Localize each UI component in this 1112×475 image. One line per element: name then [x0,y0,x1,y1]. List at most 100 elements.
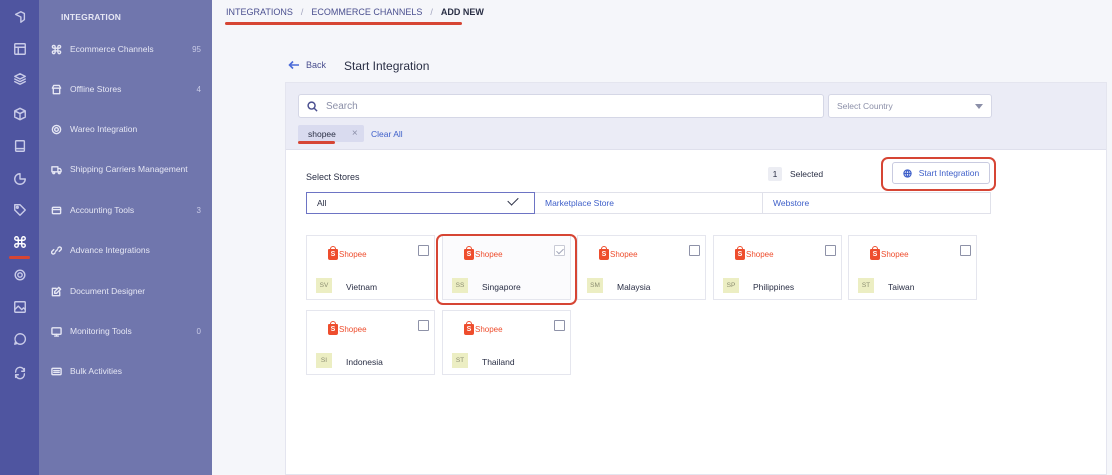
breadcrumb: INTEGRATIONS / ECOMMERCE CHANNELS / ADD … [226,7,484,17]
store-abbr-badge: SP [723,278,739,293]
country-select-placeholder: Select Country [837,101,893,111]
filter-bar: Select Country shopee × Clear All [286,83,1106,150]
submenu-item-count: 0 [196,326,201,336]
store-brand: Shopee [610,250,638,259]
edit-icon [51,286,62,296]
submenu-item-count: 4 [196,84,201,94]
store-checkbox[interactable] [689,245,700,256]
integration-panel: Select Country shopee × Clear All Select… [285,82,1107,475]
breadcrumb-ecommerce-channels[interactable]: ECOMMERCE CHANNELS [311,7,422,17]
store-brand: Shopee [746,250,774,259]
store-checkbox[interactable] [418,245,429,256]
store-card-thailand[interactable]: S Shopee ST Thailand [442,310,571,375]
store-card-indonesia[interactable]: S Shopee SI Indonesia [306,310,435,375]
search-box[interactable] [298,94,824,118]
back-button[interactable]: Back [288,60,326,70]
submenu-item-monitoring-tools[interactable]: Monitoring Tools 0 [51,323,201,339]
store-checkbox[interactable] [825,245,836,256]
shopping-bag-icon: S [870,246,880,260]
shopping-bag-icon: S [735,246,745,260]
store-checkbox[interactable] [960,245,971,256]
truck-icon [51,165,62,174]
wallet-icon [51,206,62,214]
start-integration-button[interactable]: Start Integration [892,162,990,184]
breadcrumb-integrations[interactable]: INTEGRATIONS [226,7,293,17]
book-icon[interactable] [0,135,39,157]
shopee-logo: S Shopee [464,321,503,335]
submenu-item-label: Offline Stores [70,84,122,94]
layers-icon[interactable] [0,68,39,90]
submenu-item-bulk-activities[interactable]: Bulk Activities [51,363,201,379]
list-icon [51,367,62,375]
tag-icon[interactable] [0,199,39,221]
breadcrumb-separator: / [430,7,433,17]
page-title: Start Integration [344,59,430,73]
store-name: Vietnam [346,282,378,292]
store-brand: Shopee [339,250,367,259]
monitor-icon [51,326,62,337]
tab-label: Webstore [773,198,810,208]
store-checkbox[interactable] [554,320,565,331]
pie-chart-icon[interactable] [0,168,39,190]
integration-icon[interactable] [0,231,39,259]
store-name: Philippines [753,282,795,292]
breadcrumb-separator: / [300,7,304,17]
submenu-item-document-designer[interactable]: Document Designer [51,283,201,299]
link-icon [51,245,62,255]
submenu-item-label: Accounting Tools [70,205,135,215]
chat-icon[interactable] [0,328,39,350]
tab-webstore[interactable]: Webstore [763,193,990,213]
shopping-bag-icon: S [328,246,338,260]
submenu-item-label: Monitoring Tools [70,326,132,336]
shopee-logo: S Shopee [328,246,367,260]
command-icon [51,44,62,54]
store-abbr-badge: ST [858,278,874,293]
integration-submenu: INTEGRATION Ecommerce Channels 95 Offlin… [39,0,212,475]
country-select[interactable]: Select Country [828,94,992,118]
store-abbr-badge: SI [316,353,332,368]
store-card-malaysia[interactable]: S Shopee SM Malaysia [577,235,706,300]
dashboard-icon[interactable] [0,38,39,60]
tab-label: All [317,198,327,208]
clear-all-link[interactable]: Clear All [371,129,403,139]
store-abbr-badge: ST [452,353,468,368]
box-icon[interactable] [0,103,39,125]
globe-icon [903,168,912,178]
settings-icon[interactable] [0,264,39,286]
filter-chip-shopee[interactable]: shopee × [298,125,364,142]
submenu-item-accounting-tools[interactable]: Accounting Tools 3 [51,202,201,218]
tab-all[interactable]: All [306,192,535,214]
store-name: Malaysia [617,282,651,292]
store-abbr-badge: SM [587,278,603,293]
close-icon[interactable]: × [352,128,358,139]
store-card-vietnam[interactable]: S Shopee SV Vietnam [306,235,435,300]
shopee-logo: S Shopee [870,246,909,260]
store-card-taiwan[interactable]: S Shopee ST Taiwan [848,235,977,300]
shopee-logo: S Shopee [328,321,367,335]
start-integration-label: Start Integration [918,168,980,178]
submenu-item-offline-stores[interactable]: Offline Stores 4 [51,81,201,97]
submenu-item-shipping-carriers[interactable]: Shipping Carriers Management [51,161,201,177]
submenu-item-ecommerce-channels[interactable]: Ecommerce Channels 95 [51,41,201,57]
submenu-item-count: 3 [196,205,201,215]
search-input[interactable] [326,100,806,112]
chip-label: shopee [308,128,336,139]
arrow-left-icon [288,60,299,70]
tab-marketplace-store[interactable]: Marketplace Store [535,193,763,213]
store-checkbox[interactable] [418,320,429,331]
submenu-item-advance-integrations[interactable]: Advance Integrations [51,242,201,258]
submenu-item-count: 95 [192,44,201,54]
submenu-item-label: Wareo Integration [70,124,138,134]
store-card-philippines[interactable]: S Shopee SP Philippines [713,235,842,300]
search-icon [307,100,318,112]
image-icon[interactable] [0,296,39,318]
submenu-item-label: Shipping Carriers Management [70,164,188,174]
logo-icon[interactable] [0,6,39,28]
shopee-logo: S Shopee [599,246,638,260]
sync-icon[interactable] [0,362,39,384]
store-brand: Shopee [475,325,503,334]
main-content: INTEGRATIONS / ECOMMERCE CHANNELS / ADD … [212,0,1112,475]
store-brand: Shopee [881,250,909,259]
submenu-item-wareo-integration[interactable]: Wareo Integration [51,121,201,137]
select-stores-label: Select Stores [306,172,360,182]
